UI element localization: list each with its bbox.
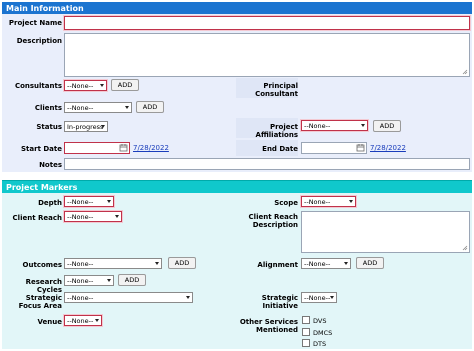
alignment-select-value: --None--: [304, 260, 331, 268]
chevron-down-icon: [100, 84, 104, 87]
strategic-focus-area-select-value: --None--: [67, 294, 94, 302]
end-date-today-link[interactable]: 7/28/2022: [370, 144, 406, 152]
alignment-label: Alignment: [257, 261, 298, 269]
status-label: Status: [36, 123, 62, 131]
strategic-initiative-select-value: --None--: [304, 294, 331, 302]
strategic-focus-area-select[interactable]: --None--: [64, 292, 193, 303]
research-cycles-label: Research Cycles: [25, 278, 62, 294]
dvs-checkbox-label: DVS: [313, 317, 327, 325]
dmcs-checkbox[interactable]: [302, 328, 310, 336]
project-affiliations-select-value: --None--: [304, 122, 331, 130]
client-reach-description-label: Client Reach Description: [248, 213, 298, 229]
dts-checkbox[interactable]: [302, 339, 310, 347]
chevron-down-icon: [115, 215, 119, 218]
client-reach-description-textarea[interactable]: [301, 211, 470, 253]
project-name-input[interactable]: [64, 16, 470, 30]
clients-select-value: --None--: [67, 104, 94, 112]
alignment-select[interactable]: --None--: [301, 258, 351, 269]
depth-select-value: --None--: [67, 198, 94, 206]
client-reach-label: Client Reach: [12, 214, 62, 222]
status-select[interactable]: In-progress: [64, 121, 108, 132]
project-affiliations-add-button[interactable]: ADD: [373, 120, 401, 132]
clients-label: Clients: [34, 104, 62, 112]
venue-label: Venue: [37, 318, 63, 326]
chevron-down-icon: [349, 200, 353, 203]
project-affiliations-label: Project Affiliations: [255, 123, 298, 139]
scope-label: Scope: [274, 199, 298, 207]
consultants-add-button[interactable]: ADD: [111, 79, 139, 91]
start-date-label: Start Date: [21, 145, 62, 153]
other-services-label: Other Services Mentioned: [239, 318, 298, 334]
principal-consultant-label: Principal Consultant: [255, 82, 298, 98]
outcomes-label: Outcomes: [22, 261, 62, 269]
chevron-down-icon: [330, 296, 334, 299]
description-textarea[interactable]: [64, 33, 470, 77]
clients-add-button[interactable]: ADD: [136, 101, 164, 113]
consultants-select[interactable]: --None--: [64, 80, 107, 91]
alignment-add-button[interactable]: ADD: [356, 257, 384, 269]
venue-select[interactable]: --None--: [64, 315, 102, 326]
chevron-down-icon: [186, 296, 190, 299]
main-information-header: Main Information: [2, 2, 472, 14]
project-name-label: Project Name: [8, 19, 62, 27]
outcomes-select-value: --None--: [67, 260, 94, 268]
dvs-checkbox[interactable]: [302, 316, 310, 324]
chevron-down-icon: [125, 106, 129, 109]
venue-select-value: --None--: [67, 317, 94, 325]
strategic-initiative-label: Strategic Initiative: [261, 294, 298, 310]
strategic-initiative-select[interactable]: --None--: [301, 292, 337, 303]
client-reach-select[interactable]: --None--: [64, 211, 122, 222]
client-reach-select-value: --None--: [67, 213, 94, 221]
dmcs-checkbox-label: DMCS: [313, 329, 333, 337]
consultants-select-value: --None--: [67, 82, 94, 90]
resize-handle-icon[interactable]: [462, 245, 468, 251]
scope-select-value: --None--: [304, 198, 331, 206]
research-cycles-select[interactable]: --None--: [64, 275, 114, 286]
description-label: Description: [16, 37, 62, 45]
calendar-icon[interactable]: [119, 143, 128, 152]
consultants-label: Consultants: [14, 82, 62, 90]
chevron-down-icon: [107, 279, 111, 282]
chevron-down-icon: [95, 319, 99, 322]
chevron-down-icon: [155, 262, 159, 265]
chevron-down-icon: [101, 125, 105, 128]
outcomes-add-button[interactable]: ADD: [168, 257, 196, 269]
clients-select[interactable]: --None--: [64, 102, 132, 113]
depth-select[interactable]: --None--: [64, 196, 114, 207]
chevron-down-icon: [344, 262, 348, 265]
chevron-down-icon: [107, 200, 111, 203]
strategic-focus-area-label: Strategic Focus Area: [18, 294, 62, 310]
outcomes-select[interactable]: --None--: [64, 258, 162, 269]
end-date-label: End Date: [262, 145, 298, 153]
status-select-value: In-progress: [67, 123, 104, 131]
notes-input[interactable]: [64, 158, 470, 170]
project-markers-header: Project Markers: [2, 180, 472, 193]
dts-checkbox-label: DTS: [313, 340, 327, 348]
scope-select[interactable]: --None--: [301, 196, 356, 207]
research-cycles-select-value: --None--: [67, 277, 94, 285]
project-affiliations-select[interactable]: --None--: [301, 120, 368, 131]
start-date-today-link[interactable]: 7/28/2022: [133, 144, 169, 152]
chevron-down-icon: [361, 124, 365, 127]
depth-label: Depth: [38, 199, 62, 207]
notes-label: Notes: [39, 161, 62, 169]
calendar-icon[interactable]: [356, 143, 365, 152]
resize-handle-icon[interactable]: [462, 69, 468, 75]
research-cycles-add-button[interactable]: ADD: [118, 274, 146, 286]
